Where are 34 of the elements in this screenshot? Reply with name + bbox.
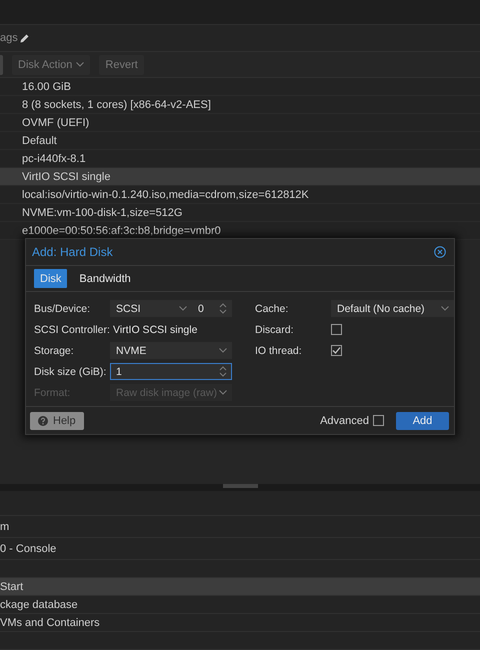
tags-label: ags [0,32,18,44]
checkbox[interactable] [331,345,342,356]
field-label: Cache: [255,302,290,314]
dialog-tab[interactable]: Bandwidth [73,269,137,288]
number-field[interactable]: 1 [110,363,232,380]
dropdown-caret-icon [441,306,449,311]
dropdown-caret-icon [219,390,227,395]
field-label: Bus/Device: [34,302,92,314]
bus-select[interactable]: SCSI [110,300,192,317]
hardware-row[interactable]: VirtIO SCSI single [0,168,480,186]
select-field[interactable]: NVME [110,342,232,359]
field-value: VirtIO SCSI single [112,322,198,336]
add-button[interactable]: Add [396,412,449,430]
select-field[interactable]: Default (No cache) [331,300,454,317]
task-row[interactable]: Start [0,578,480,596]
field-label: Disk size (GiB): [34,366,108,378]
help-button[interactable]: Help [30,412,84,430]
spinner-arrows-icon[interactable] [219,366,227,377]
help-icon [38,416,48,426]
field-label: Storage: [34,344,75,356]
advanced-label: Advanced [320,414,369,426]
field-label: SCSI Controller: [34,324,110,336]
field-label: IO thread: [255,344,303,356]
dropdown-caret-icon [179,306,187,311]
close-icon[interactable] [434,246,446,258]
dropdown-caret-icon [76,62,84,67]
device-number-field[interactable]: 0 [192,300,232,317]
advanced-checkbox[interactable] [373,415,384,426]
checkbox[interactable] [331,324,342,335]
dialog-title: Add: Hard Disk [32,245,113,259]
spinner-arrows-icon[interactable] [219,303,227,314]
dropdown-caret-icon [219,348,227,353]
field-label: Discard: [255,324,295,336]
pencil-icon[interactable] [20,34,29,42]
